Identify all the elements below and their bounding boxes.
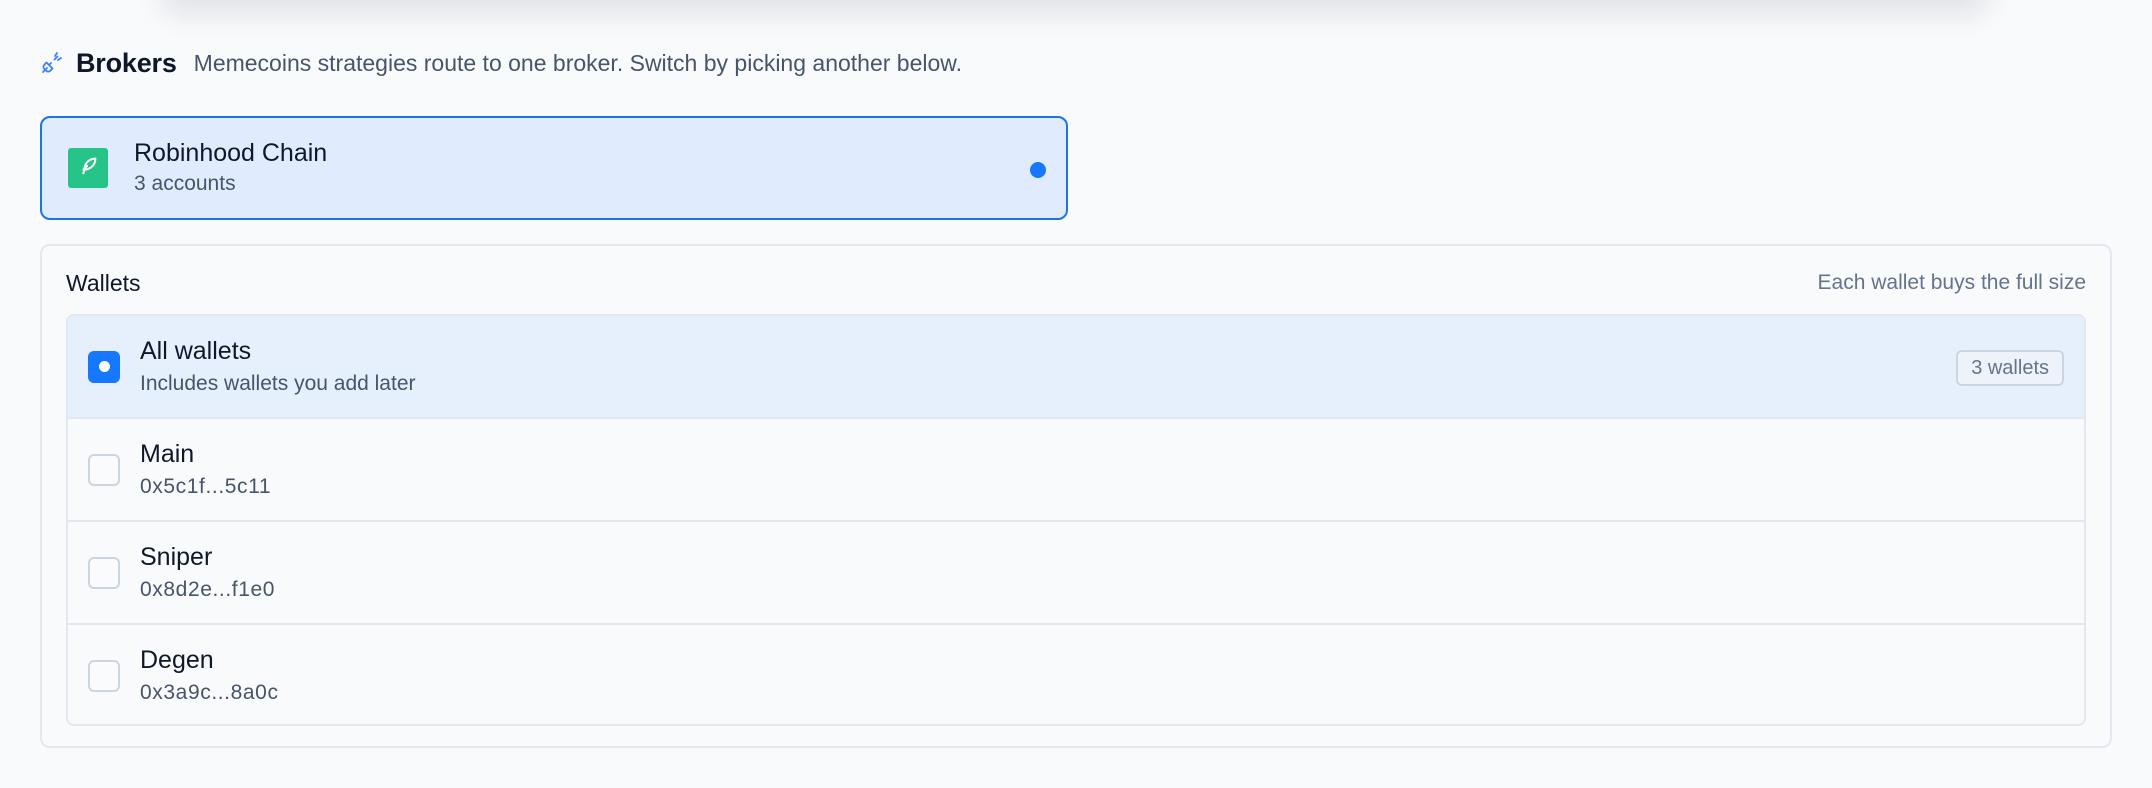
selected-indicator-dot <box>1030 162 1046 178</box>
wallet-address: 0x5c1f...5c11 <box>140 474 272 498</box>
page-title: Brokers <box>76 47 177 78</box>
wallet-checkbox[interactable] <box>88 660 120 692</box>
wallets-panel: Wallets Each wallet buys the full size A… <box>40 244 2112 748</box>
broker-accounts-count: 3 accounts <box>134 172 236 195</box>
wallet-subtitle: Includes wallets you add later <box>140 371 416 395</box>
wallet-name: Sniper <box>140 542 213 571</box>
feather-icon <box>77 155 99 182</box>
wallets-header: Wallets Each wallet buys the full size <box>66 268 2086 298</box>
brokers-header: Brokers Memecoins strategies route to on… <box>40 46 962 80</box>
wallets-title: Wallets <box>66 269 141 296</box>
wallets-note: Each wallet buys the full size <box>1817 271 2086 294</box>
wallet-list: All wallets Includes wallets you add lat… <box>66 314 2086 726</box>
all-wallets-checkbox[interactable] <box>88 350 120 383</box>
broker-logo <box>68 148 108 188</box>
wallet-name: Main <box>140 439 195 468</box>
section-description: Memecoins strategies route to one broker… <box>193 49 963 76</box>
wallet-count-badge: 3 wallets <box>1956 350 2064 386</box>
wallet-row-all[interactable]: All wallets Includes wallets you add lat… <box>68 316 2084 419</box>
wallet-row-main[interactable]: Main 0x5c1f...5c11 <box>68 419 2084 522</box>
wallet-address: 0x3a9c...8a0c <box>140 681 279 704</box>
plug-icon <box>40 51 64 75</box>
wallet-checkbox[interactable] <box>88 556 120 589</box>
wallet-checkbox[interactable] <box>88 453 120 486</box>
broker-option-robinhood-chain[interactable]: Robinhood Chain 3 accounts <box>40 116 1068 220</box>
wallet-name: Degen <box>140 646 214 674</box>
broker-name: Robinhood Chain <box>134 139 328 167</box>
wallet-row-sniper[interactable]: Sniper 0x8d2e...f1e0 <box>68 522 2084 625</box>
wallet-address: 0x8d2e...f1e0 <box>140 577 276 601</box>
wallet-row-degen[interactable]: Degen 0x3a9c...8a0c <box>68 625 2084 724</box>
wallet-name: All wallets <box>140 336 252 365</box>
